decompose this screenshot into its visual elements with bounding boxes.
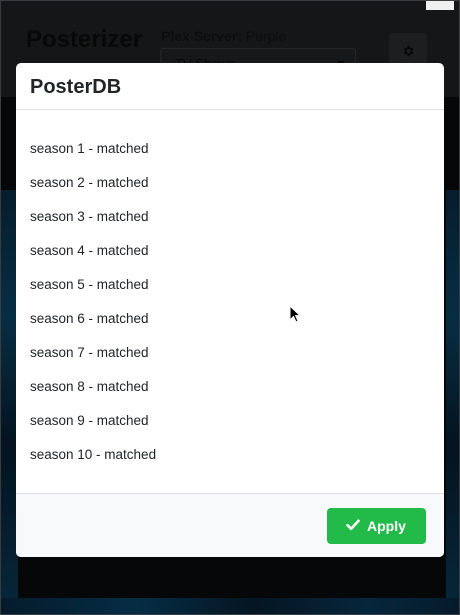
match-item-season-2: season 2 - matched	[30, 175, 149, 190]
apply-button-label: Apply	[367, 518, 406, 534]
posterdb-modal: PosterDB season 1 - matched season 2 - m…	[16, 63, 444, 557]
match-item-season-8: season 8 - matched	[30, 379, 149, 394]
modal-header: PosterDB	[16, 63, 444, 110]
apply-button[interactable]: Apply	[327, 508, 426, 544]
modal-title: PosterDB	[30, 76, 122, 98]
mouse-pointer-icon	[289, 304, 302, 328]
match-item-season-5: season 5 - matched	[30, 277, 149, 292]
match-item-season-4: season 4 - matched	[30, 243, 149, 258]
match-item-season-9: season 9 - matched	[30, 413, 149, 428]
check-icon	[346, 519, 360, 531]
app-window: Posterizer Plex Server: Purple TV Shows …	[0, 0, 460, 615]
modal-footer: Apply	[16, 493, 444, 557]
match-item-season-6: season 6 - matched	[30, 311, 149, 326]
modal-body: season 1 - matched season 2 - matched se…	[16, 111, 444, 493]
match-item-season-10: season 10 - matched	[30, 447, 157, 462]
match-item-season-7: season 7 - matched	[30, 345, 149, 360]
window-resize-handle[interactable]	[426, 0, 454, 10]
match-item-season-3: season 3 - matched	[30, 209, 149, 224]
match-item-season-1: season 1 - matched	[30, 141, 149, 156]
